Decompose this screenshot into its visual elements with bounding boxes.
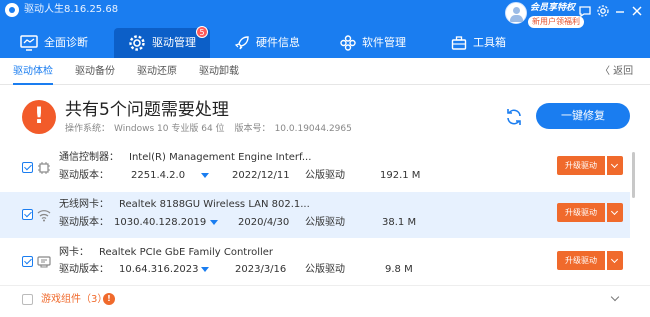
- driver-vendor: 公版驱动: [305, 264, 345, 275]
- subtab-driver-check[interactable]: 驱动体检: [13, 58, 53, 85]
- version-dropdown-icon[interactable]: [201, 173, 209, 178]
- driver-date: 2023/3/16: [235, 264, 287, 275]
- scrollbar-thumb[interactable]: [632, 152, 635, 198]
- rocket-icon: [234, 36, 249, 50]
- chip-icon: [38, 162, 50, 174]
- info-icon: !: [103, 293, 115, 305]
- user-avatar[interactable]: [505, 2, 527, 24]
- driver-size: 9.8 M: [385, 264, 413, 275]
- os-value: Windows 10 专业版 64 位: [114, 124, 225, 134]
- upgrade-dropdown-icon[interactable]: [607, 156, 623, 175]
- driver-version-label: 驱动版本：: [59, 170, 109, 181]
- driver-version-label: 驱动版本：: [59, 217, 109, 228]
- warning-icon: !: [22, 100, 56, 134]
- driver-checkbox[interactable]: [22, 162, 33, 173]
- driver-version: 1030.40.128.2019: [114, 217, 207, 228]
- games-label: 游戏组件（3）: [41, 294, 108, 305]
- games-section[interactable]: 游戏组件（3） !: [0, 285, 650, 313]
- close-icon[interactable]: [629, 4, 645, 20]
- device-name: 网卡： Realtek PCIe GbE Family Controller: [59, 247, 274, 258]
- system-info: 操作系统： Windows 10 专业版 64 位版本号： 10.0.19044.2…: [65, 123, 356, 135]
- driver-size: 38.1 M: [382, 217, 417, 228]
- driver-version-label: 驱动版本：: [59, 264, 109, 275]
- driver-date: 2020/4/30: [238, 217, 290, 228]
- tab-label: 驱动管理: [152, 36, 196, 49]
- summary-title: 共有5个问题需要处理: [65, 100, 229, 120]
- apps-icon: [340, 35, 356, 51]
- device-name: 通信控制器： Intel(R) Management Engine Interf.…: [59, 152, 312, 163]
- gear-icon: [129, 35, 145, 51]
- version-label: 版本号：: [234, 124, 271, 134]
- sub-nav: 驱动体检 驱动备份 驱动还原 驱动卸载 〈 返回: [0, 58, 650, 85]
- notification-badge: 5: [196, 26, 208, 38]
- one-click-fix-button[interactable]: 一键修复: [536, 103, 630, 129]
- tab-label: 全面诊断: [44, 36, 88, 49]
- version-dropdown-icon[interactable]: [210, 220, 218, 225]
- wifi-icon: [37, 210, 51, 222]
- driver-vendor: 公版驱动: [305, 217, 345, 228]
- os-label: 操作系统：: [65, 124, 111, 134]
- driver-vendor: 公版驱动: [305, 170, 345, 181]
- minimize-icon[interactable]: [612, 4, 628, 20]
- tab-toolbox[interactable]: 工具箱: [451, 28, 506, 58]
- driver-version: 2251.4.2.0: [131, 170, 186, 181]
- upgrade-driver-button[interactable]: 升级驱动: [557, 203, 605, 222]
- driver-row: 通信控制器： Intel(R) Management Engine Interf.…: [0, 146, 630, 192]
- driver-size: 192.1 M: [380, 170, 421, 181]
- driver-checkbox[interactable]: [22, 209, 33, 220]
- vip-badge[interactable]: 新用户领福利: [528, 16, 584, 28]
- version-value: 10.0.19044.2965: [274, 124, 352, 134]
- tab-label: 软件管理: [362, 36, 406, 49]
- upgrade-driver-button[interactable]: 升级驱动: [557, 156, 605, 175]
- games-checkbox[interactable]: [22, 294, 33, 305]
- driver-row: 网卡： Realtek PCIe GbE Family Controller 驱动…: [0, 239, 630, 285]
- tab-software-management[interactable]: 软件管理: [340, 28, 406, 58]
- tab-label: 硬件信息: [256, 36, 300, 49]
- chevron-down-icon[interactable]: [610, 292, 620, 302]
- driver-version: 10.64.316.2023: [119, 264, 199, 275]
- subtab-driver-uninstall[interactable]: 驱动卸载: [199, 58, 239, 85]
- tab-label: 工具箱: [473, 36, 506, 49]
- gear-icon[interactable]: [595, 4, 611, 20]
- driver-row: 无线网卡： Realtek 8188GU Wireless LAN 802.1..…: [0, 192, 630, 238]
- tab-hardware-info[interactable]: 硬件信息: [234, 28, 300, 58]
- version-dropdown-icon[interactable]: [201, 267, 209, 272]
- upgrade-dropdown-icon[interactable]: [607, 251, 623, 270]
- back-button[interactable]: 〈 返回: [600, 58, 633, 85]
- driver-date: 2022/12/11: [232, 170, 290, 181]
- subtab-driver-backup[interactable]: 驱动备份: [75, 58, 115, 85]
- vip-title[interactable]: 会员享特权: [530, 2, 575, 14]
- subtab-driver-restore[interactable]: 驱动还原: [137, 58, 177, 85]
- monitor-icon: [20, 35, 38, 51]
- device-name: 无线网卡： Realtek 8188GU Wireless LAN 802.1..…: [59, 199, 310, 210]
- chat-icon[interactable]: [577, 4, 593, 20]
- upgrade-dropdown-icon[interactable]: [607, 203, 623, 222]
- upgrade-driver-button[interactable]: 升级驱动: [557, 251, 605, 270]
- app-title: 驱动人生8.16.25.68: [24, 4, 119, 15]
- toolbox-icon: [451, 36, 467, 50]
- app-logo-icon: [5, 3, 19, 17]
- title-bar: 驱动人生8.16.25.68 会员享特权 新用户领福利: [0, 0, 650, 28]
- main-nav: 全面诊断 驱动管理 硬件信息 软件管理 工具箱: [0, 28, 650, 58]
- driver-checkbox[interactable]: [22, 256, 33, 267]
- network-card-icon: [37, 256, 51, 268]
- refresh-icon[interactable]: [504, 107, 524, 127]
- tab-full-diagnosis[interactable]: 全面诊断: [20, 28, 88, 58]
